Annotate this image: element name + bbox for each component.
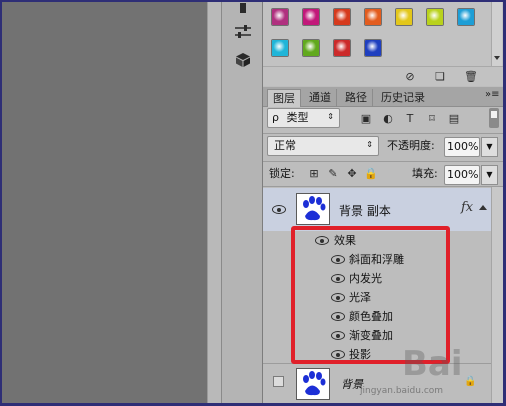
style-swatch[interactable] bbox=[457, 8, 475, 26]
chevron-updown-icon: ⇕ bbox=[366, 140, 373, 149]
layer-thumbnail bbox=[296, 193, 330, 225]
fill-dropdown-icon[interactable]: ▼ bbox=[481, 165, 498, 185]
3d-cube-icon[interactable] bbox=[232, 50, 254, 70]
opacity-field[interactable]: 100% ▼ bbox=[444, 137, 498, 157]
style-swatch[interactable] bbox=[271, 39, 289, 57]
panel-tab-bar: 图层 通道 路径 历史记录 »≡ bbox=[263, 87, 503, 107]
styles-swatches bbox=[263, 0, 503, 66]
panel-menu-icon[interactable]: »≡ bbox=[485, 89, 500, 100]
lock-all-icon[interactable]: 🔒 bbox=[364, 167, 378, 181]
clear-style-icon[interactable]: ⊘ bbox=[403, 71, 417, 83]
filter-pixel-icon[interactable]: ▣ bbox=[359, 112, 373, 126]
fill-value[interactable]: 100% bbox=[444, 165, 480, 185]
style-swatch[interactable] bbox=[364, 39, 382, 57]
opacity-label: 不透明度: bbox=[387, 139, 435, 152]
watermark-logo: Bai bbox=[402, 344, 463, 384]
filter-shape-icon[interactable]: ⌑ bbox=[425, 112, 439, 126]
layers-scrollbar[interactable] bbox=[491, 187, 503, 403]
blend-mode-value: 正常 bbox=[274, 139, 296, 152]
collapse-effects-icon[interactable] bbox=[479, 205, 487, 210]
layer-name[interactable]: 背景 副本 bbox=[339, 202, 391, 219]
delete-style-icon[interactable]: 🗑 bbox=[464, 71, 478, 83]
lock-transparent-icon[interactable]: ⊞ bbox=[307, 167, 321, 181]
paw-logo-icon bbox=[303, 196, 326, 221]
document-canvas bbox=[0, 0, 207, 406]
style-swatch[interactable] bbox=[364, 8, 382, 26]
visibility-eye-icon[interactable] bbox=[272, 205, 286, 214]
styles-scrollbar[interactable] bbox=[491, 0, 502, 66]
tab-history[interactable]: 历史记录 bbox=[376, 89, 430, 107]
layer-lock-icon: 🔒 bbox=[464, 376, 477, 387]
paw-logo-icon bbox=[303, 371, 326, 396]
style-swatch[interactable] bbox=[302, 8, 320, 26]
clone-source-icon[interactable] bbox=[232, 0, 254, 20]
divider bbox=[263, 133, 503, 134]
opacity-dropdown-icon[interactable]: ▼ bbox=[481, 137, 498, 157]
style-swatch[interactable] bbox=[333, 8, 351, 26]
visibility-toggle-box[interactable] bbox=[273, 376, 284, 387]
lock-image-brush-icon[interactable]: ✎ bbox=[326, 167, 340, 181]
style-swatch[interactable] bbox=[333, 39, 351, 57]
filter-adjustment-icon[interactable]: ◐ bbox=[381, 112, 395, 126]
tab-paths[interactable]: 路径 bbox=[340, 89, 373, 107]
style-swatch[interactable] bbox=[426, 8, 444, 26]
lock-label: 锁定: bbox=[269, 167, 295, 180]
panel-separator[interactable] bbox=[207, 0, 222, 403]
adjustments-sliders-icon[interactable] bbox=[232, 22, 254, 42]
divider bbox=[263, 161, 503, 162]
opacity-value[interactable]: 100% bbox=[444, 137, 480, 157]
filter-kind-dropdown[interactable]: ρ 类型 ⇕ bbox=[267, 108, 340, 130]
chevron-updown-icon: ⇕ bbox=[327, 112, 334, 121]
layer-row-background-copy[interactable]: 背景 副本 fx bbox=[263, 188, 491, 231]
style-swatch[interactable] bbox=[302, 39, 320, 57]
filter-toggle[interactable] bbox=[489, 108, 499, 128]
blend-mode-dropdown[interactable]: 正常 ⇕ bbox=[267, 136, 379, 156]
fill-label: 填充: bbox=[412, 167, 438, 180]
filter-type-icon[interactable]: T bbox=[403, 112, 417, 126]
tab-layers[interactable]: 图层 bbox=[267, 89, 301, 107]
style-swatch[interactable] bbox=[395, 8, 413, 26]
watermark-text: jingyan.baidu.com bbox=[360, 386, 444, 396]
lock-position-move-icon[interactable]: ✥ bbox=[345, 167, 359, 181]
search-icon: ρ bbox=[272, 111, 279, 124]
filter-kind-label: 类型 bbox=[286, 111, 309, 124]
fx-icon[interactable]: fx bbox=[461, 200, 473, 215]
tab-channels[interactable]: 通道 bbox=[304, 89, 337, 107]
filter-smart-object-icon[interactable]: ▤ bbox=[447, 112, 461, 126]
window-frame bbox=[0, 0, 2, 406]
window-frame bbox=[0, 0, 506, 2]
layer-thumbnail bbox=[296, 368, 330, 400]
collapsed-panel-dock bbox=[222, 0, 263, 403]
scroll-down-arrow-icon[interactable] bbox=[494, 56, 500, 60]
new-style-icon[interactable]: ❏ bbox=[433, 71, 447, 83]
fill-field[interactable]: 100% ▼ bbox=[444, 165, 498, 185]
styles-footer: ⊘ ❏ 🗑 bbox=[263, 66, 503, 86]
style-swatch[interactable] bbox=[271, 8, 289, 26]
